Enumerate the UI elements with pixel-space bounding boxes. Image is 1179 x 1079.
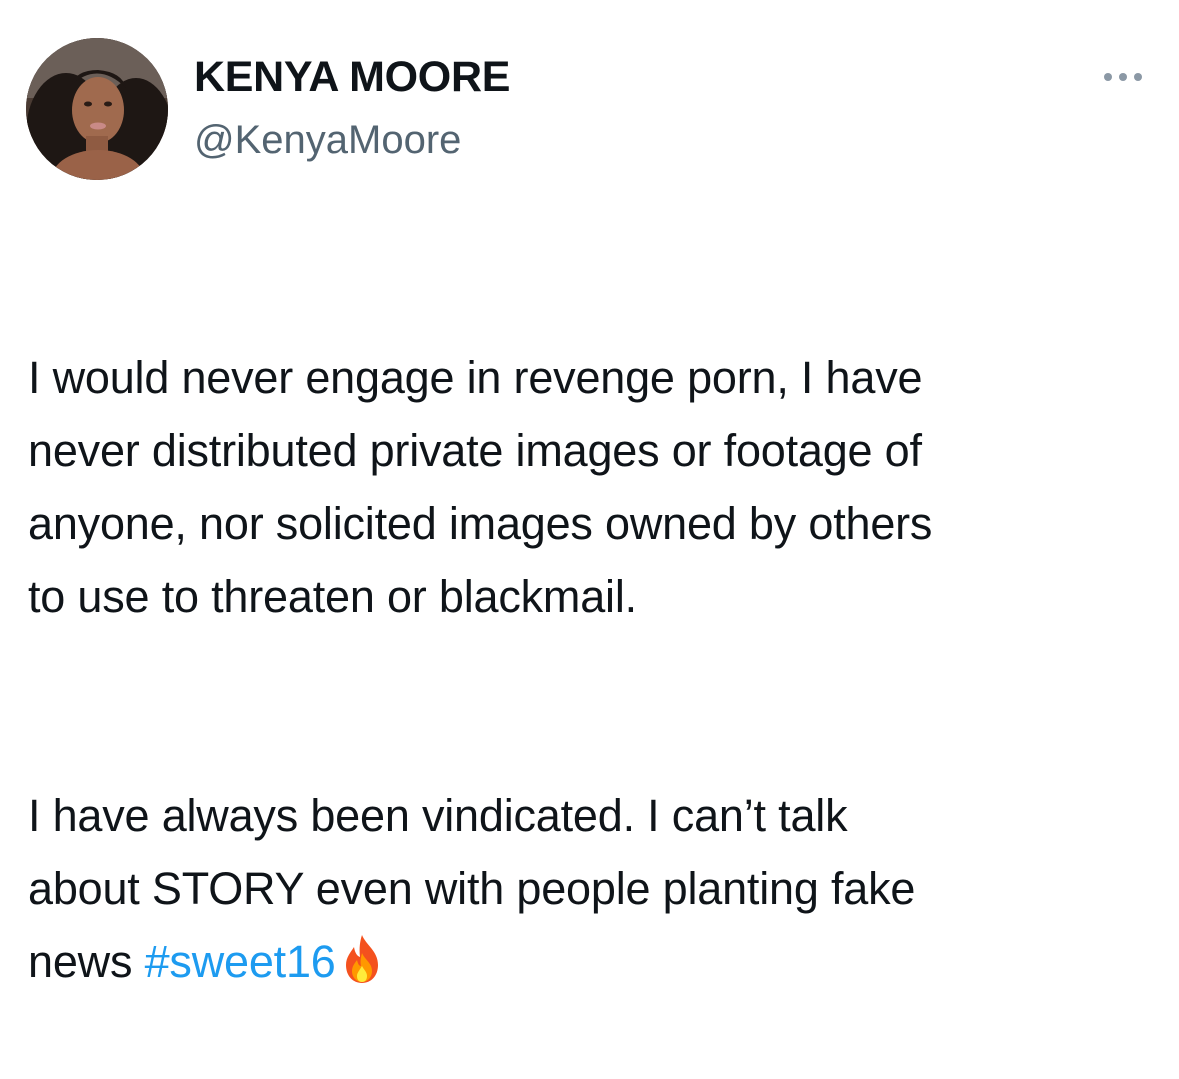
ellipsis-icon (1104, 73, 1142, 81)
avatar[interactable] (26, 38, 168, 180)
author-handle[interactable]: @KenyaMoore (194, 120, 461, 160)
tweet-paragraph-2: I have always been vindicated. I can’t t… (28, 779, 1153, 1006)
hashtag-link[interactable]: #sweet16 (145, 936, 336, 987)
tweet-card: KENYA MOORE @KenyaMoore I would never en… (0, 0, 1179, 987)
author-display-name[interactable]: KENYA MOORE (194, 56, 510, 99)
tweet-text: I would never engage in revenge porn, I … (28, 268, 1153, 1079)
profile-photo-icon (26, 38, 168, 180)
more-options-button[interactable] (1098, 62, 1148, 92)
fire-icon (340, 933, 384, 1006)
tweet-paragraph-1: I would never engage in revenge porn, I … (28, 352, 933, 622)
